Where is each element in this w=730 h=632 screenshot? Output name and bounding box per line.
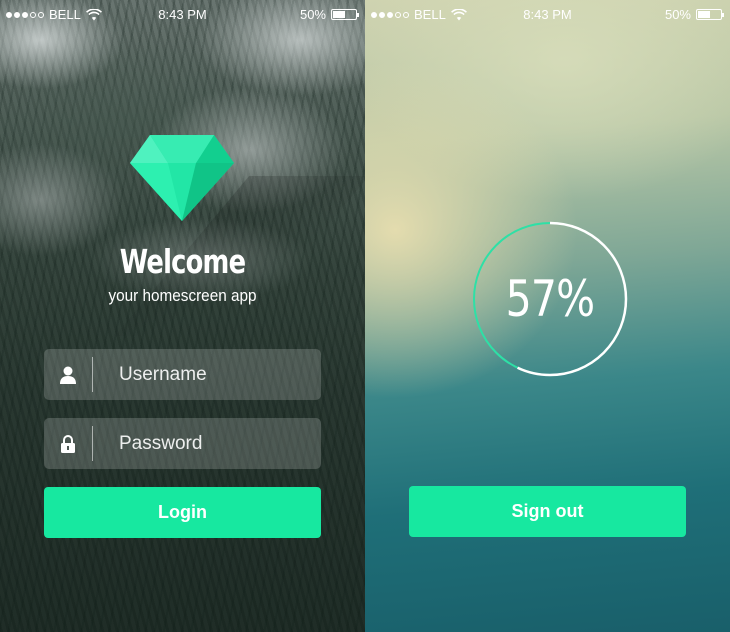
status-bar: BELL 8:43 PM 50%	[0, 0, 365, 28]
battery-percent: 50%	[664, 7, 691, 22]
battery-icon	[696, 9, 724, 20]
login-button[interactable]: Login	[44, 487, 321, 538]
diamond-icon	[130, 135, 234, 221]
battery-percent: 50%	[299, 7, 326, 22]
welcome-title: Welcome	[119, 242, 246, 281]
status-right: 50%	[664, 7, 724, 22]
username-field[interactable]	[44, 349, 321, 400]
password-field[interactable]	[44, 418, 321, 469]
status-right: 50%	[299, 7, 359, 22]
lock-icon	[44, 418, 92, 469]
battery-fill	[333, 11, 345, 18]
battery-fill	[698, 11, 710, 18]
password-input[interactable]	[93, 432, 313, 455]
progress-screen: BELL 8:43 PM 50% 57% Sign out	[365, 0, 730, 632]
status-bar: BELL 8:43 PM 50%	[365, 0, 730, 28]
welcome-subtitle: your homescreen app	[108, 286, 257, 305]
battery-icon	[331, 9, 359, 20]
username-input[interactable]	[93, 363, 313, 386]
login-screen: BELL 8:43 PM 50% Welcome your homescreen…	[0, 0, 365, 632]
progress-percent: 57%	[505, 270, 595, 328]
signout-button[interactable]: Sign out	[409, 486, 686, 537]
user-icon	[44, 349, 92, 400]
